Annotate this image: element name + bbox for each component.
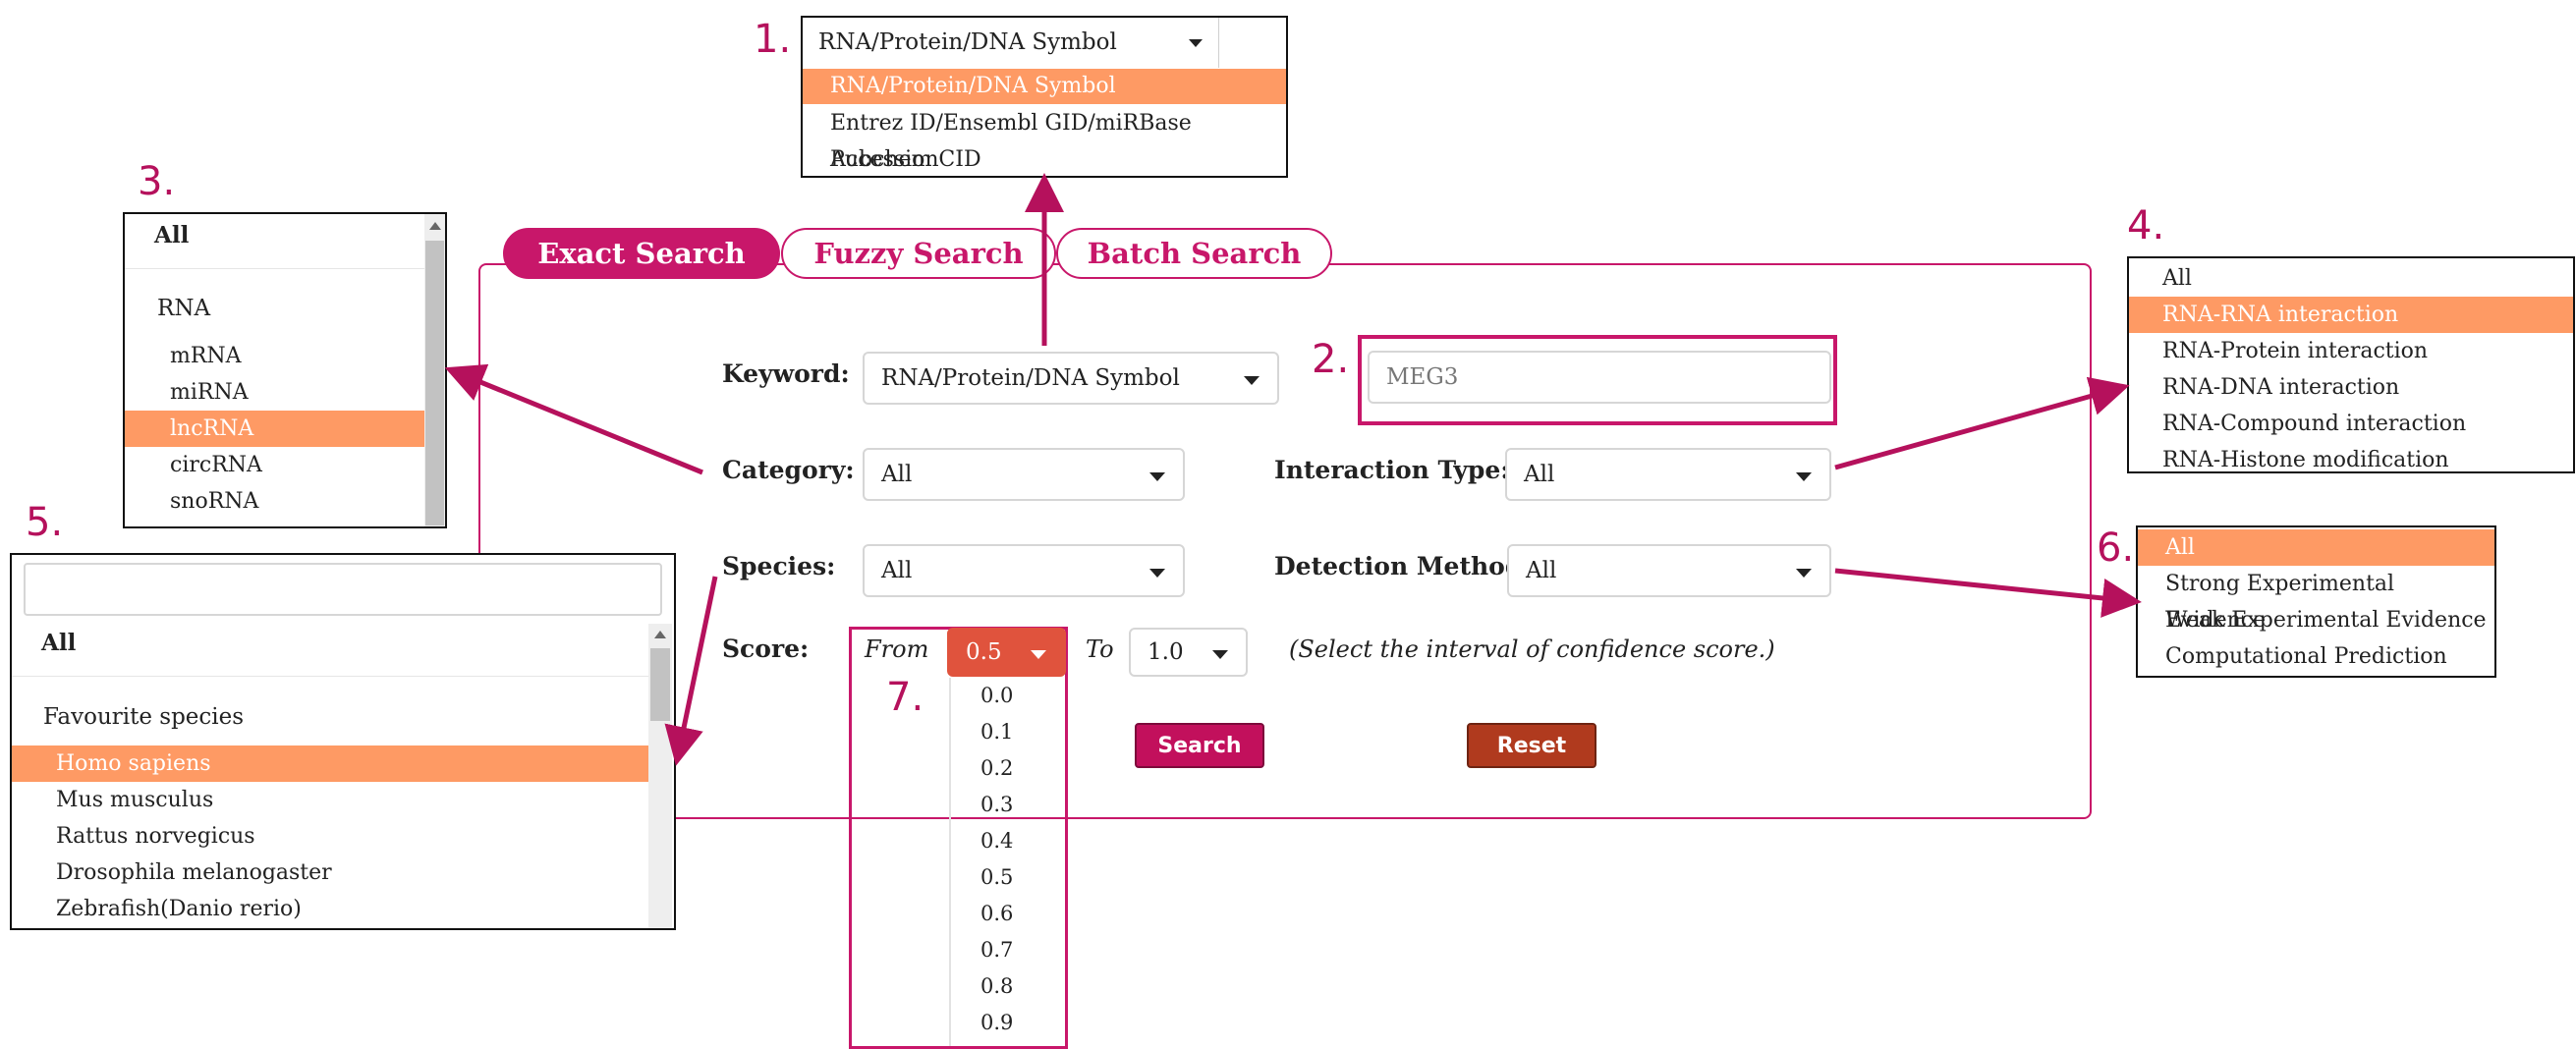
arrow-to-species-dropdown: [664, 576, 718, 766]
arrow-to-category-dropdown: [444, 363, 703, 475]
arrow-to-interaction-dropdown: [1834, 376, 2130, 470]
annotation-arrows: [444, 173, 2142, 766]
arrow-to-detection-dropdown: [1834, 568, 2142, 618]
